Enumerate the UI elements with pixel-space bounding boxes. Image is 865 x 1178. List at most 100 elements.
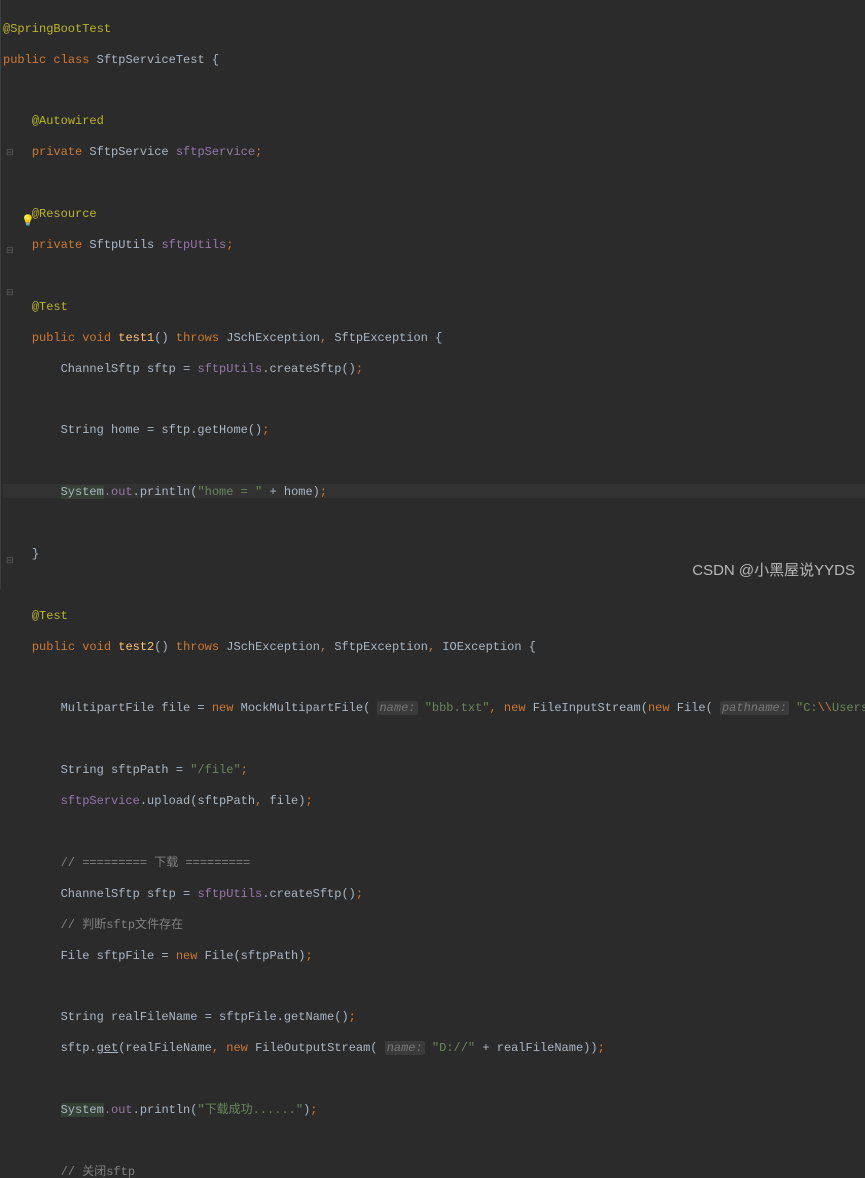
- keyword-throws: throws: [176, 640, 226, 654]
- text: System: [61, 1103, 104, 1117]
- field: .out: [104, 485, 133, 499]
- text: (realFileName: [118, 1041, 212, 1055]
- comma: ,: [255, 794, 269, 808]
- text: sftp.: [61, 1041, 97, 1055]
- keyword-class: class: [53, 53, 96, 67]
- text: .println(: [133, 1103, 198, 1117]
- text: File(: [677, 701, 720, 715]
- keyword-public: public: [32, 331, 82, 345]
- text: String realFileName = sftpFile.getName(): [61, 1010, 349, 1024]
- string: "C:: [796, 701, 818, 715]
- type: SftpService: [89, 145, 175, 159]
- text: ChannelSftp sftp =: [61, 887, 198, 901]
- comment: // 判断sftp文件存在: [61, 918, 183, 932]
- keyword-public: public: [32, 640, 82, 654]
- space: [425, 1041, 432, 1055]
- annotation: @Autowired: [32, 114, 104, 128]
- text: .upload(sftpPath: [140, 794, 255, 808]
- text: file): [269, 794, 305, 808]
- comma: ,: [212, 1041, 226, 1055]
- exception: SftpException {: [334, 331, 442, 345]
- class-name: SftpServiceTest {: [97, 53, 219, 67]
- code-editor[interactable]: ⊟ 💡 ⊟ ⊟ ⊟ @SpringBootTest public class S…: [0, 0, 865, 589]
- field: sftpUtils: [161, 238, 226, 252]
- keyword-new: new: [226, 1041, 255, 1055]
- fold-icon[interactable]: ⊟: [6, 555, 14, 568]
- string: "bbb.txt": [425, 701, 490, 715]
- field: sftpService: [61, 794, 140, 808]
- method-name: test2: [118, 640, 154, 654]
- keyword-new: new: [648, 701, 677, 715]
- keyword-new: new: [176, 949, 205, 963]
- text: String sftpPath =: [61, 763, 191, 777]
- space: [789, 701, 796, 715]
- fold-icon[interactable]: ⊟: [6, 287, 14, 300]
- semicolon: ;: [226, 238, 233, 252]
- fold-icon[interactable]: ⊟: [6, 147, 14, 160]
- string: "D://": [432, 1041, 475, 1055]
- type: SftpUtils: [89, 238, 161, 252]
- method-call: get: [97, 1041, 119, 1055]
- semicolon: ;: [356, 362, 363, 376]
- keyword-private: private: [32, 145, 90, 159]
- comma: ,: [428, 640, 442, 654]
- param-hint: pathname:: [720, 701, 789, 715]
- text: .createSftp(): [262, 887, 356, 901]
- gutter: ⊟ 💡 ⊟ ⊟ ⊟: [0, 0, 1, 589]
- semicolon: ;: [305, 794, 312, 808]
- keyword-public: public: [3, 53, 53, 67]
- text: ChannelSftp sftp =: [61, 362, 198, 376]
- text: (): [154, 640, 176, 654]
- brace: }: [32, 547, 39, 561]
- escape: \\: [818, 701, 832, 715]
- annotation: @Resource: [32, 207, 97, 221]
- text: FileOutputStream(: [255, 1041, 385, 1055]
- annotation: @SpringBootTest: [3, 22, 111, 36]
- string: "/file": [190, 763, 240, 777]
- exception: JSchException: [226, 640, 320, 654]
- semicolon: ;: [349, 1010, 356, 1024]
- intention-bulb-icon[interactable]: 💡: [21, 215, 35, 230]
- comment: // 关闭sftp: [61, 1165, 135, 1178]
- watermark: CSDN @小黑屋说YYDS: [692, 560, 855, 581]
- param-hint: name:: [377, 701, 417, 715]
- fold-icon[interactable]: ⊟: [6, 245, 14, 258]
- semicolon: ;: [305, 949, 312, 963]
- text: .createSftp(): [262, 362, 356, 376]
- method-name: test1: [118, 331, 154, 345]
- text: (): [154, 331, 176, 345]
- text: .println(: [133, 485, 198, 499]
- comment: // ========= 下载 =========: [61, 856, 251, 870]
- semicolon: ;: [241, 763, 248, 777]
- text: MockMultipartFile(: [241, 701, 378, 715]
- comma: ,: [320, 640, 334, 654]
- semicolon: ;: [598, 1041, 605, 1055]
- code-area[interactable]: @SpringBootTest public class SftpService…: [1, 0, 865, 589]
- keyword-void: void: [82, 640, 118, 654]
- exception: SftpException: [334, 640, 428, 654]
- semicolon: ;: [255, 145, 262, 159]
- keyword-new: new: [212, 701, 241, 715]
- text: File(sftpPath): [205, 949, 306, 963]
- text: FileInputStream(: [533, 701, 648, 715]
- string: Users: [832, 701, 865, 715]
- exception: IOException {: [442, 640, 536, 654]
- field: sftpUtils: [197, 362, 262, 376]
- semicolon: ;: [320, 485, 327, 499]
- field: sftpUtils: [197, 887, 262, 901]
- field: sftpService: [176, 145, 255, 159]
- text: File sftpFile =: [61, 949, 176, 963]
- text: String home = sftp.getHome(): [61, 423, 263, 437]
- param-hint: name:: [385, 1041, 425, 1055]
- string: "home = ": [197, 485, 262, 499]
- comma: ,: [320, 331, 334, 345]
- keyword-throws: throws: [176, 331, 226, 345]
- keyword-void: void: [82, 331, 118, 345]
- text: ): [303, 1103, 310, 1117]
- semicolon: ;: [262, 423, 269, 437]
- string: "下载成功......": [197, 1103, 303, 1117]
- semicolon: ;: [356, 887, 363, 901]
- annotation: @Test: [32, 300, 68, 314]
- keyword-private: private: [32, 238, 90, 252]
- text: System: [61, 485, 104, 499]
